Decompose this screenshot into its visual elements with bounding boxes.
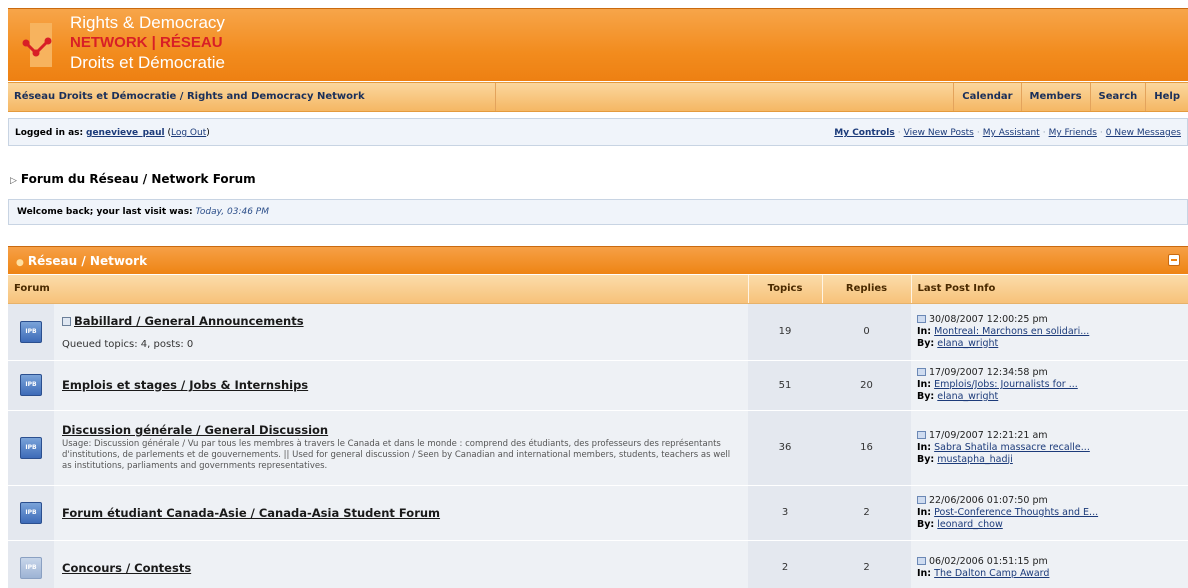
by-label: By: — [917, 518, 935, 530]
in-label: In: — [917, 441, 932, 453]
replies-count: 20 — [822, 360, 911, 411]
nav-search-link[interactable]: Search — [1089, 83, 1146, 111]
forum-status-icon[interactable]: IPB — [20, 436, 42, 459]
category-header: ● Réseau / Network — [8, 246, 1188, 274]
last-post-icon[interactable] — [917, 495, 926, 504]
collapse-icon[interactable] — [1168, 254, 1180, 266]
last-post-author-link[interactable]: mustapha_hadji — [937, 454, 1013, 465]
table-row: IPB Discussion générale / General Discus… — [8, 410, 1188, 486]
nav-members-link[interactable]: Members — [1020, 83, 1090, 111]
nav-bar: Réseau Droits et Démocratie / Rights and… — [8, 82, 1188, 112]
category-title[interactable]: Réseau / Network — [28, 254, 147, 268]
replies-count: 2 — [822, 540, 911, 588]
forum-status-icon[interactable]: IPB — [20, 320, 42, 343]
welcome-label: Welcome back; your last visit was: — [17, 207, 193, 217]
last-post-topic-link[interactable]: Emplois/Jobs: Journalists for ... — [934, 379, 1078, 390]
topics-count: 36 — [748, 410, 822, 486]
last-post-date: 06/02/2006 01:51:15 pm — [929, 555, 1048, 567]
forum-title-link[interactable]: Concours / Contests — [62, 561, 191, 575]
replies-count: 2 — [822, 485, 911, 541]
logo-icon[interactable] — [22, 23, 56, 71]
in-label: In: — [917, 325, 932, 337]
column-header-last-post: Last Post Info — [911, 275, 1188, 304]
column-header-forum: Forum — [8, 275, 749, 304]
view-new-posts-link[interactable]: View New Posts — [904, 128, 974, 138]
breadcrumb: ▷ Forum du Réseau / Network Forum — [10, 172, 256, 186]
queued-topics-text: Queued topics: 4, posts: 0 — [62, 338, 194, 350]
last-visit-value: Today, 03:46 PM — [195, 207, 269, 217]
topics-count: 51 — [748, 360, 822, 411]
topics-count: 3 — [748, 485, 822, 541]
logo-line-1: Rights & Democracy — [70, 13, 225, 32]
my-assistant-link[interactable]: My Assistant — [983, 128, 1040, 138]
login-status: Logged in as: genevieve_paul (Log Out) — [15, 128, 210, 138]
last-post-icon[interactable] — [917, 430, 926, 439]
forum-title-link[interactable]: Emplois et stages / Jobs & Internships — [62, 378, 308, 392]
table-row: IPB Emplois et stages / Jobs & Internshi… — [8, 360, 1188, 411]
column-header-topics: Topics — [748, 275, 823, 304]
last-post-topic-link[interactable]: Post-Conference Thoughts and E... — [934, 507, 1098, 518]
by-label: By: — [917, 337, 935, 349]
my-controls-link[interactable]: My Controls — [834, 128, 895, 138]
topics-count: 19 — [748, 303, 822, 361]
forum-title-link[interactable]: Forum étudiant Canada-Asie / Canada-Asia… — [62, 506, 440, 520]
table-row: IPB Babillard / General Announcements Qu… — [8, 303, 1188, 361]
forum-title-link[interactable]: Babillard / General Announcements — [74, 314, 304, 328]
last-post-date: 17/09/2007 12:21:21 am — [929, 429, 1048, 441]
last-post-author-link[interactable]: elana_wright — [937, 391, 998, 402]
site-home-link[interactable]: Réseau Droits et Démocratie / Rights and… — [8, 83, 496, 111]
table-header-row: Forum Topics Replies Last Post Info — [8, 275, 1188, 304]
welcome-bar: Welcome back; your last visit was: Today… — [8, 199, 1188, 225]
forum-status-icon[interactable]: IPB — [20, 374, 42, 396]
nav-calendar-link[interactable]: Calendar — [953, 83, 1020, 111]
in-label: In: — [917, 379, 932, 390]
last-post-topic-link[interactable]: Sabra Shatila massacre recalle... — [934, 442, 1090, 453]
last-post-icon[interactable] — [917, 368, 926, 376]
logo-line-3: Droits et Démocratie — [70, 53, 225, 72]
announcement-icon — [62, 316, 71, 326]
category-bullet-icon: ● — [16, 258, 24, 268]
user-links: My Controls · View New Posts · My Assistant ·… — [834, 128, 1181, 138]
table-row: IPB Forum étudiant Canada-Asie / Canada-… — [8, 485, 1188, 541]
by-label: By: — [917, 391, 935, 402]
column-header-replies: Replies — [822, 275, 912, 304]
last-post-date: 17/09/2007 12:34:58 pm — [929, 367, 1048, 378]
last-post-topic-link[interactable]: Montreal: Marchons en solidari... — [934, 326, 1089, 337]
logo-line-2: NETWORK | RÉSEAU — [70, 34, 223, 51]
replies-count: 16 — [822, 410, 911, 486]
forum-status-icon[interactable]: IPB — [20, 501, 42, 524]
table-row: IPB Concours / Contests 2 2 06/02/2006 0… — [8, 540, 1188, 588]
replies-count: 0 — [822, 303, 911, 361]
forum-title-link[interactable]: Discussion générale / General Discussion — [62, 423, 328, 437]
logo-text[interactable]: Rights & Democracy NETWORK | RÉSEAU Droi… — [70, 13, 225, 73]
breadcrumb-arrow-icon: ▷ — [10, 176, 17, 186]
username-link[interactable]: genevieve_paul — [86, 128, 165, 138]
logged-in-label: Logged in as: — [15, 128, 84, 138]
nav-help-link[interactable]: Help — [1145, 83, 1188, 111]
forum-description: Usage: Discussion générale / Vu par tous… — [62, 439, 731, 471]
last-post-date: 30/08/2007 12:00:25 pm — [929, 313, 1048, 325]
by-label: By: — [917, 453, 935, 465]
logout-link[interactable]: Log Out — [171, 128, 206, 138]
site-header: Rights & Democracy NETWORK | RÉSEAU Droi… — [8, 8, 1188, 81]
new-messages-link[interactable]: 0 New Messages — [1106, 128, 1181, 138]
last-post-icon[interactable] — [917, 314, 926, 323]
forum-table: Forum Topics Replies Last Post Info IPB … — [8, 275, 1188, 588]
in-label: In: — [917, 567, 932, 579]
topics-count: 2 — [748, 540, 822, 588]
forum-status-icon[interactable]: IPB — [20, 556, 42, 579]
nav-links: Calendar Members Search Help — [953, 83, 1188, 111]
last-post-icon[interactable] — [917, 556, 926, 565]
user-bar: Logged in as: genevieve_paul (Log Out) M… — [8, 118, 1188, 146]
breadcrumb-label[interactable]: Forum du Réseau / Network Forum — [21, 172, 256, 186]
last-post-topic-link[interactable]: The Dalton Camp Award — [934, 568, 1049, 579]
my-friends-link[interactable]: My Friends — [1049, 128, 1097, 138]
last-post-author-link[interactable]: leonard_chow — [937, 519, 1002, 530]
in-label: In: — [917, 506, 932, 518]
last-post-author-link[interactable]: elana_wright — [937, 338, 998, 349]
last-post-date: 22/06/2006 01:07:50 pm — [929, 494, 1048, 506]
